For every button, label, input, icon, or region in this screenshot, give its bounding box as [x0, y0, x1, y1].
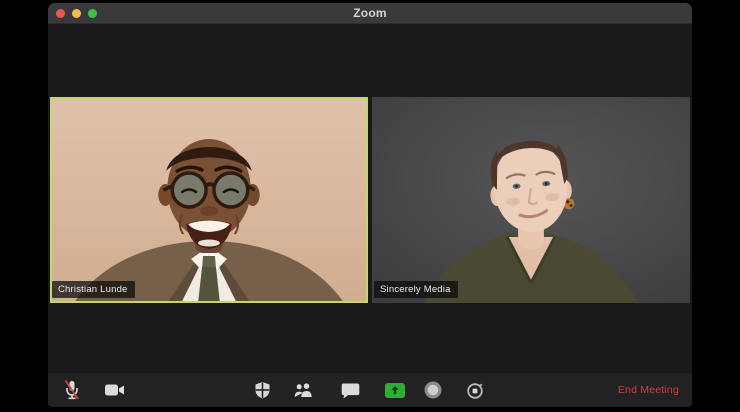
record-icon	[424, 381, 442, 399]
titlebar[interactable]: Zoom	[48, 3, 692, 24]
video-grid: Christian Lunde Sincerely Media	[50, 97, 690, 303]
window-title: Zoom	[353, 6, 387, 20]
chat-button[interactable]	[336, 376, 364, 404]
video-tile-sincerely-media[interactable]: Sincerely Media	[372, 97, 690, 303]
reactions-timer-icon	[467, 383, 483, 399]
record-button[interactable]	[419, 376, 447, 404]
participant-name-label: Sincerely Media	[374, 280, 458, 298]
zoom-window: Zoom Christian Lunde Sincerely Media End…	[48, 3, 692, 407]
video-camera-icon	[105, 384, 124, 396]
security-shield-icon	[255, 382, 269, 399]
screen-background: Zoom Christian Lunde Sincerely Media End…	[0, 0, 740, 412]
chat-bubble-icon	[341, 383, 359, 398]
reactions-button[interactable]	[461, 376, 489, 404]
participants-button[interactable]	[289, 376, 317, 404]
microphone-muted-icon	[64, 379, 79, 400]
video-tile-christian-lunde[interactable]: Christian Lunde	[50, 97, 368, 303]
security-button[interactable]	[248, 376, 276, 404]
video-feed-christian-lunde	[50, 97, 368, 303]
meeting-toolbar: End Meeting	[48, 372, 692, 407]
close-button[interactable]	[56, 9, 65, 18]
end-meeting-button[interactable]: End Meeting	[616, 381, 681, 399]
share-screen-icon	[385, 382, 405, 398]
video-feed-sincerely-media	[372, 97, 690, 303]
traffic-lights	[56, 3, 97, 24]
start-video-button[interactable]	[101, 376, 129, 404]
participant-name-label: Christian Lunde	[52, 280, 135, 298]
minimize-button[interactable]	[72, 9, 81, 18]
share-screen-button[interactable]	[381, 376, 409, 404]
mute-button[interactable]	[58, 376, 86, 404]
participants-icon	[294, 383, 312, 397]
fullscreen-button[interactable]	[88, 9, 97, 18]
